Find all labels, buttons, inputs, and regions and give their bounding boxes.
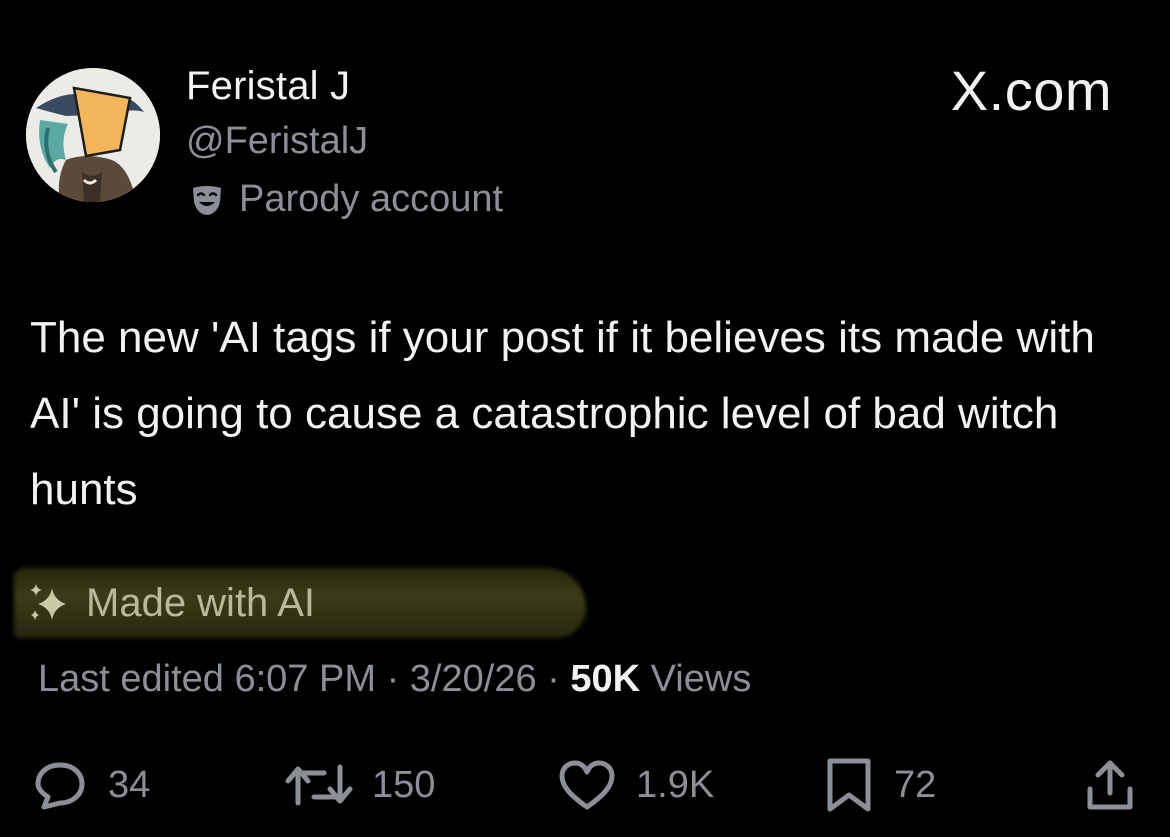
action-bar: 34 150 1.9K 72 bbox=[0, 750, 1170, 820]
repost-count: 150 bbox=[372, 763, 436, 806]
display-name[interactable]: Feristal J bbox=[186, 64, 350, 109]
reply-count: 34 bbox=[108, 763, 151, 806]
handle[interactable]: @FeristalJ bbox=[186, 120, 368, 163]
reply-button[interactable]: 34 bbox=[30, 750, 150, 820]
like-count: 1.9K bbox=[636, 763, 715, 806]
meta-separator: · bbox=[536, 658, 571, 700]
post-text: The new 'AI tags if your post if it beli… bbox=[30, 313, 1095, 514]
bookmark-icon bbox=[827, 758, 871, 812]
avatar-image bbox=[26, 68, 160, 202]
post-date[interactable]: 3/20/26 bbox=[410, 658, 537, 700]
repost-icon bbox=[285, 764, 353, 806]
bookmark-button[interactable]: 72 bbox=[822, 750, 936, 820]
like-button[interactable]: 1.9K bbox=[556, 750, 714, 820]
meta-separator: · bbox=[376, 658, 410, 700]
views-label: Views bbox=[640, 658, 752, 700]
avatar[interactable] bbox=[26, 68, 160, 202]
sparkle-icon bbox=[30, 584, 66, 620]
parody-badge: Parody account bbox=[189, 178, 503, 221]
reply-icon bbox=[35, 762, 85, 810]
share-icon bbox=[1087, 760, 1133, 810]
post-meta: Last edited 6:07 PM · 3/20/26 · 50K View… bbox=[38, 658, 751, 701]
share-button[interactable] bbox=[1080, 750, 1140, 820]
brand-label: X.com bbox=[950, 59, 1112, 122]
edited-prefix: Last edited bbox=[38, 658, 235, 700]
theater-mask-icon bbox=[193, 185, 221, 215]
ai-label[interactable]: Made with AI bbox=[26, 580, 315, 626]
heart-icon bbox=[559, 760, 615, 810]
bookmark-count: 72 bbox=[894, 763, 937, 806]
repost-button[interactable]: 150 bbox=[284, 750, 435, 820]
ai-label-text: Made with AI bbox=[86, 580, 316, 625]
post-time[interactable]: 6:07 PM bbox=[234, 658, 376, 700]
views-count: 50K bbox=[570, 658, 641, 700]
parody-label: Parody account bbox=[239, 178, 504, 220]
